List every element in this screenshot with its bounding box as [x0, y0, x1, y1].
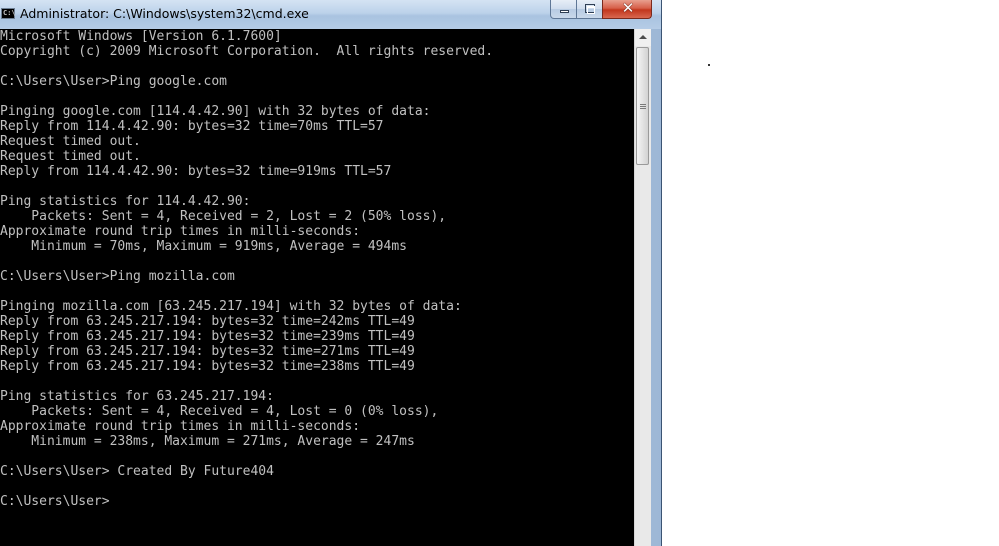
minimize-icon [560, 10, 569, 13]
window-title: Administrator: C:\Windows\system32\cmd.e… [20, 6, 309, 21]
console-line: Minimum = 70ms, Maximum = 919ms, Average… [0, 239, 407, 254]
console-line: Reply from 63.245.217.194: bytes=32 time… [0, 314, 415, 329]
up-arrow-icon [639, 35, 647, 39]
console-line: Reply from 63.245.217.194: bytes=32 time… [0, 344, 415, 359]
scroll-thumb[interactable] [636, 47, 649, 165]
console-line: Minimum = 238ms, Maximum = 271ms, Averag… [0, 434, 415, 449]
maximize-icon [585, 4, 595, 14]
console-line: Request timed out. [0, 149, 141, 164]
console-line: Reply from 63.245.217.194: bytes=32 time… [0, 329, 415, 344]
close-icon: ✕ [621, 0, 635, 17]
console-line: Approximate round trip times in milli-se… [0, 419, 361, 434]
cmd-icon-label: C:\ [3, 9, 16, 17]
console-line: Pinging mozilla.com [63.245.217.194] wit… [0, 299, 462, 314]
desktop-dot [708, 64, 710, 66]
console-line: C:\Users\User> [0, 494, 110, 509]
minimize-button[interactable] [550, 0, 577, 19]
scroll-up-button[interactable] [635, 29, 651, 46]
console-line: Approximate round trip times in milli-se… [0, 224, 361, 239]
console-line: Reply from 63.245.217.194: bytes=32 time… [0, 359, 415, 374]
console-line: Ping statistics for 63.245.217.194: [0, 389, 274, 404]
close-button[interactable]: ✕ [602, 0, 652, 19]
screen: C:\ Administrator: C:\Windows\system32\c… [0, 0, 999, 546]
console-line: Reply from 114.4.42.90: bytes=32 time=70… [0, 119, 384, 134]
console-line: Microsoft Windows [Version 6.1.7600] [0, 29, 282, 44]
console-line: C:\Users\User>Ping mozilla.com [0, 269, 235, 284]
vertical-scrollbar[interactable] [634, 29, 651, 546]
cmd-window: C:\ Administrator: C:\Windows\system32\c… [0, 0, 662, 546]
grip-icon [640, 104, 646, 105]
console-line: Copyright (c) 2009 Microsoft Corporation… [0, 44, 494, 59]
console-line: Packets: Sent = 4, Received = 2, Lost = … [0, 209, 447, 224]
console-line: Packets: Sent = 4, Received = 4, Lost = … [0, 404, 439, 419]
console-line: Pinging google.com [114.4.42.90] with 32… [0, 104, 431, 119]
console-line: Ping statistics for 114.4.42.90: [0, 194, 251, 209]
console-text: Microsoft Windows [Version 6.1.7600] Copy… [0, 29, 634, 509]
console-line: C:\Users\User>Ping google.com [0, 74, 227, 89]
console-line: C:\Users\User> Created By Future404 [0, 464, 274, 479]
console-line: Reply from 114.4.42.90: bytes=32 time=91… [0, 164, 392, 179]
console-output[interactable]: Microsoft Windows [Version 6.1.7600] Copy… [0, 29, 634, 546]
maximize-button[interactable] [576, 0, 603, 19]
cmd-icon[interactable]: C:\ [1, 8, 16, 19]
console-line: Request timed out. [0, 134, 141, 149]
